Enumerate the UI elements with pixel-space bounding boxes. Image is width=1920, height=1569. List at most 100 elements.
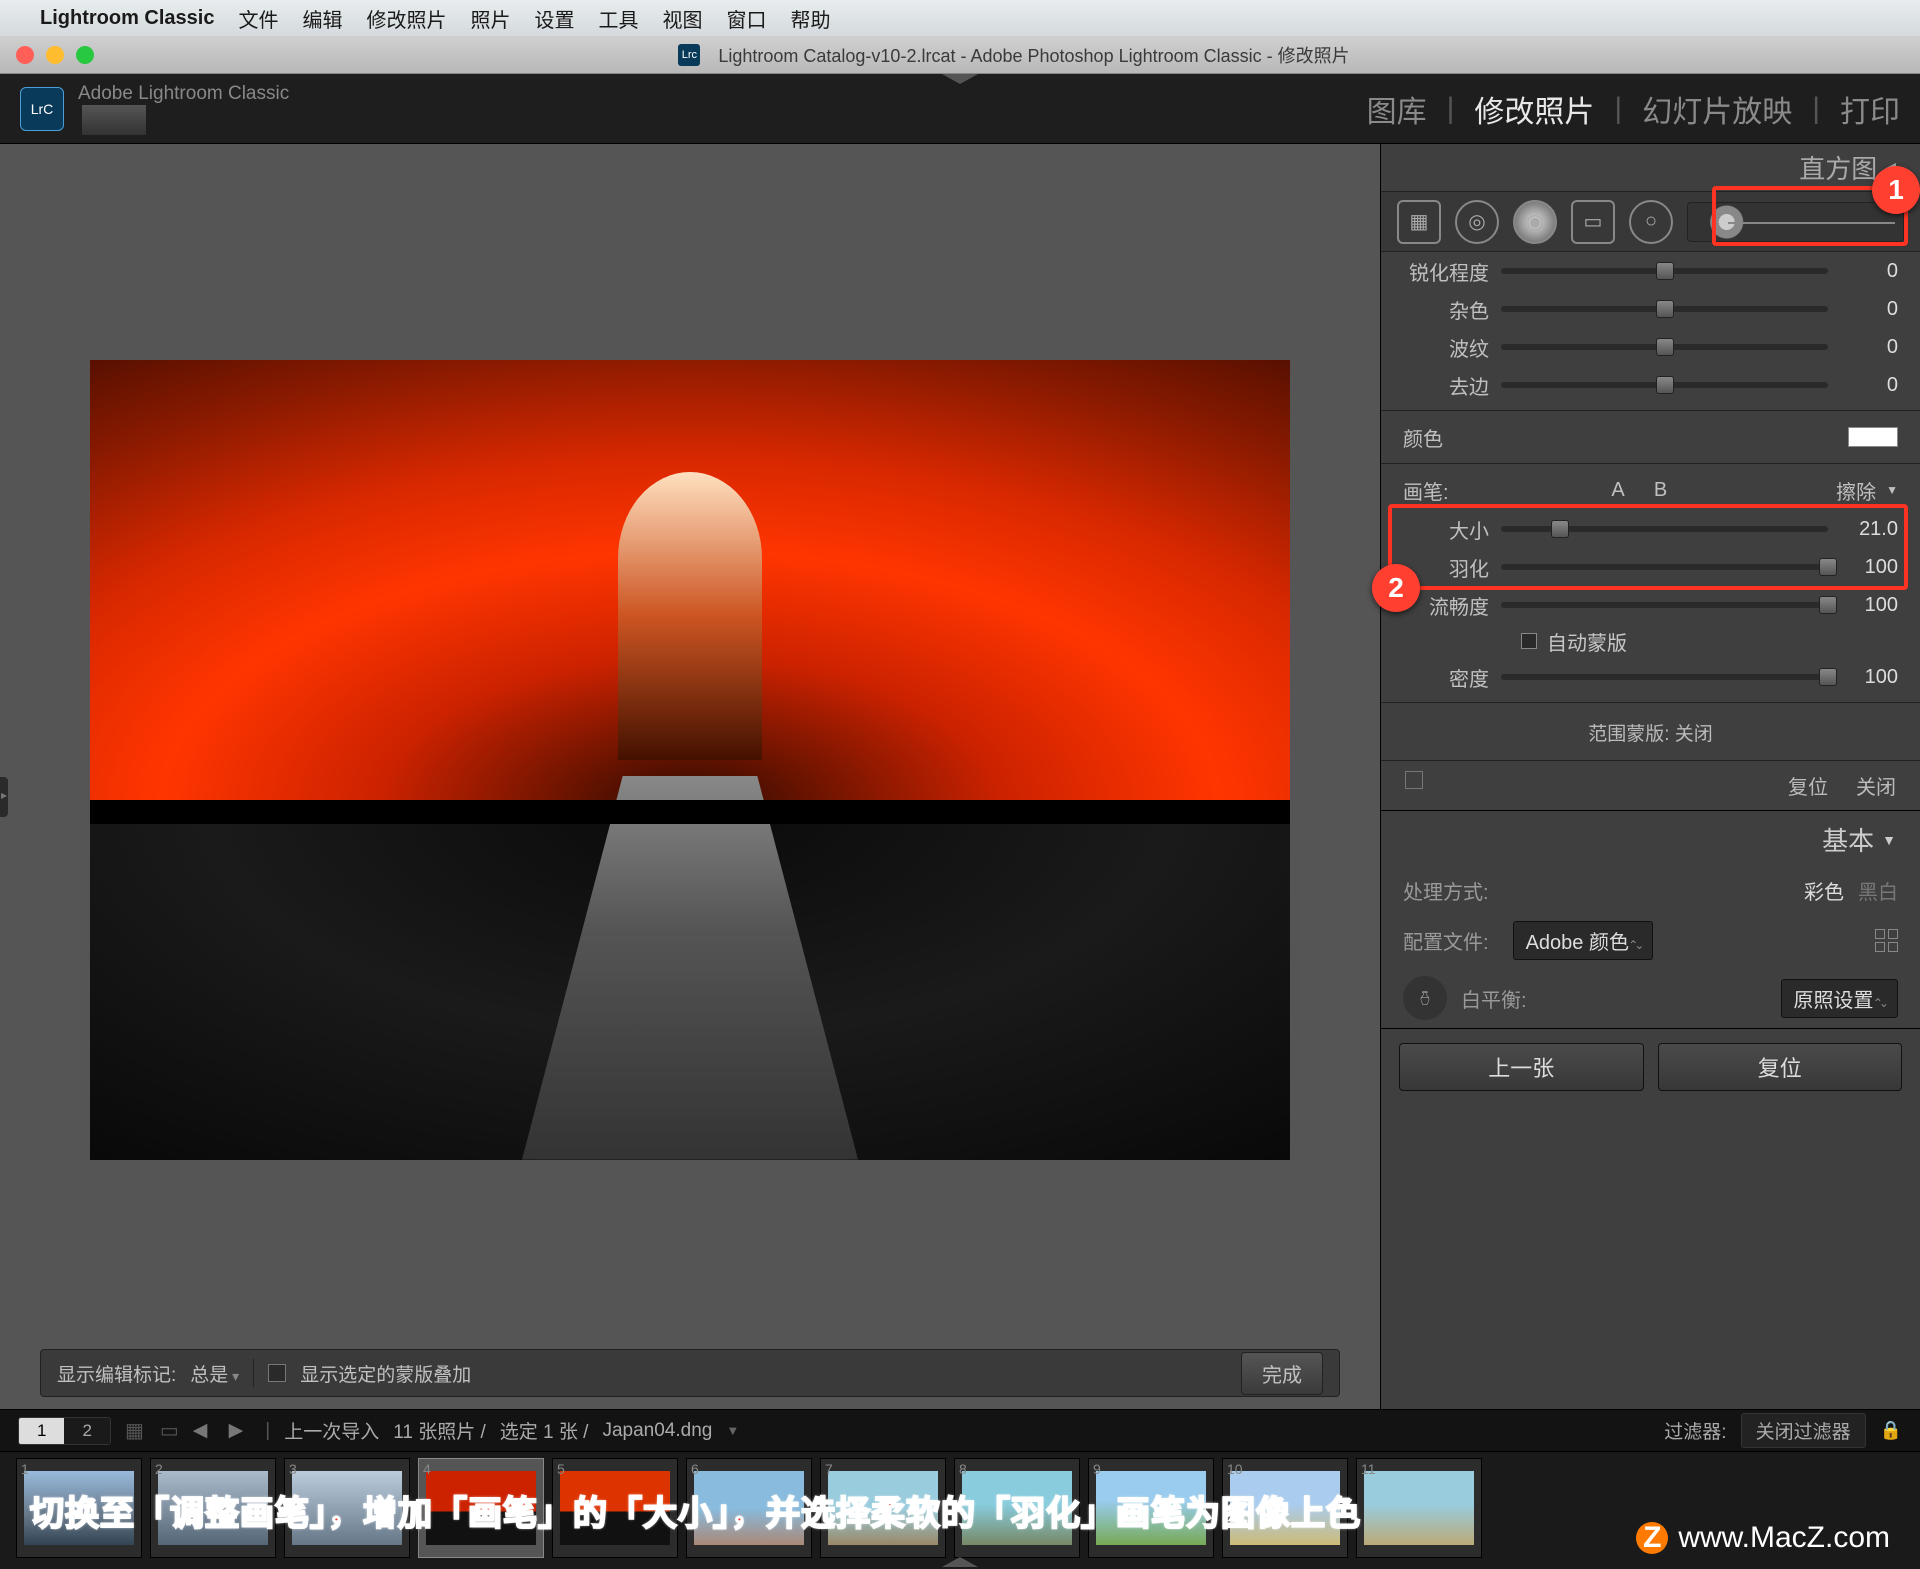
- brush-erase[interactable]: 擦除: [1836, 476, 1876, 505]
- loupe-icon[interactable]: ▭: [160, 1418, 179, 1443]
- color-swatch[interactable]: [1848, 427, 1898, 447]
- menu-window[interactable]: 窗口: [726, 4, 766, 33]
- profile-dropdown[interactable]: Adobe 颜色: [1513, 921, 1654, 960]
- slider-moire[interactable]: 波纹0: [1381, 328, 1920, 366]
- treatment-label: 处理方式:: [1403, 876, 1489, 905]
- chevron-down-icon: ▼: [1886, 483, 1898, 497]
- watermark-text: www.MacZ.com: [1678, 1521, 1890, 1555]
- menu-tools[interactable]: 工具: [598, 4, 638, 33]
- wb-dropdown[interactable]: 原照设置: [1781, 979, 1898, 1018]
- grid-icon[interactable]: ▦: [125, 1418, 144, 1443]
- zoom-button[interactable]: [76, 46, 94, 64]
- eyedropper-icon[interactable]: 𓏊: [1403, 976, 1447, 1020]
- module-sep: |: [1447, 92, 1455, 126]
- automask-label: 自动蒙版: [1547, 627, 1627, 656]
- basic-header[interactable]: 基本▼: [1381, 811, 1920, 868]
- identity-plate[interactable]: [82, 105, 146, 135]
- close-button[interactable]: [16, 46, 34, 64]
- tutorial-caption: 切换至「调整画笔」，增加「画笔」的「大小」，并选择柔软的「羽化」画笔为图像上色: [30, 1486, 1361, 1535]
- treatment-row: 处理方式: 彩色 黑白: [1381, 868, 1920, 913]
- automask-checkbox[interactable]: [1521, 633, 1537, 649]
- filter-label: 过滤器:: [1664, 1417, 1726, 1444]
- treatment-bw[interactable]: 黑白: [1858, 876, 1898, 905]
- done-button[interactable]: 完成: [1241, 1352, 1323, 1395]
- screen-mode-segment[interactable]: 1 2: [18, 1417, 111, 1445]
- reset-button[interactable]: 复位: [1658, 1043, 1903, 1091]
- color-row[interactable]: 颜色: [1381, 417, 1920, 457]
- left-panel-toggle[interactable]: [0, 777, 8, 817]
- profile-browser-icon[interactable]: [1875, 929, 1898, 952]
- filmstrip-header: 1 2 ▦ ▭ ◀ ▶ | 上一次导入 11 张照片 / 选定 1 张 / Ja…: [0, 1409, 1920, 1451]
- filter-dropdown[interactable]: 关闭过滤器: [1741, 1413, 1866, 1448]
- automask-row[interactable]: 自动蒙版: [1381, 624, 1920, 658]
- lrc-badge-icon: LrC: [20, 87, 64, 131]
- app-header: LrC Adobe Lightroom Classic 图库 | 修改照片 | …: [0, 74, 1920, 144]
- redeye-tool-icon[interactable]: ◉: [1513, 200, 1557, 244]
- traffic-lights: [16, 46, 94, 64]
- lrc-icon: Lrc: [678, 44, 700, 66]
- histogram-label: 直方图: [1799, 149, 1877, 186]
- menu-view[interactable]: 视图: [662, 4, 702, 33]
- slider-defringe[interactable]: 去边0: [1381, 366, 1920, 404]
- treatment-color[interactable]: 彩色: [1804, 876, 1844, 905]
- menu-help[interactable]: 帮助: [790, 4, 830, 33]
- module-print[interactable]: 打印: [1840, 87, 1900, 131]
- module-develop[interactable]: 修改照片: [1474, 87, 1594, 131]
- thumb-11[interactable]: 11: [1356, 1458, 1482, 1558]
- module-slideshow[interactable]: 幻灯片放映: [1642, 87, 1792, 131]
- viewer-area: 显示编辑标记: 总是 显示选定的蒙版叠加 完成: [0, 144, 1380, 1409]
- toolbar-sep: [253, 1359, 254, 1387]
- slider-noise[interactable]: 杂色0: [1381, 290, 1920, 328]
- brand-label: Adobe Lightroom Classic: [78, 83, 289, 105]
- minimize-button[interactable]: [46, 46, 64, 64]
- tool-strip: ▦ ◎ ◉ ▭ ○: [1381, 192, 1920, 252]
- mac-menubar: Lightroom Classic 文件 编辑 修改照片 照片 设置 工具 视图…: [0, 0, 1920, 36]
- reset-link[interactable]: 复位: [1788, 771, 1828, 800]
- menu-settings[interactable]: 设置: [534, 4, 574, 33]
- chevron-down-icon[interactable]: ▼: [726, 1423, 739, 1438]
- mask-overlay-checkbox[interactable]: [268, 1364, 286, 1382]
- spot-tool-icon[interactable]: ◎: [1455, 200, 1499, 244]
- radial-tool-icon[interactable]: ○: [1629, 200, 1673, 244]
- prev-button[interactable]: 上一张: [1399, 1043, 1644, 1091]
- current-file: Japan04.dng: [602, 1420, 712, 1442]
- nav-buttons: 上一张 复位: [1381, 1028, 1920, 1105]
- module-picker: 图库 | 修改照片 | 幻灯片放映 | 打印: [1367, 87, 1900, 131]
- module-library[interactable]: 图库: [1367, 87, 1427, 131]
- lock-icon[interactable]: 🔒: [1880, 1420, 1902, 1441]
- profile-label: 配置文件:: [1403, 926, 1489, 955]
- slider-size[interactable]: 大小21.0: [1381, 510, 1920, 548]
- basic-title: 基本: [1822, 821, 1874, 858]
- watermark: Z www.MacZ.com: [1636, 1521, 1890, 1555]
- slider-sharpen[interactable]: 锐化程度0: [1381, 252, 1920, 290]
- photo-canvas[interactable]: [90, 360, 1290, 1160]
- app-menu[interactable]: Lightroom Classic: [40, 7, 214, 30]
- crop-tool-icon[interactable]: ▦: [1397, 200, 1441, 244]
- profile-row: 配置文件: Adobe 颜色: [1381, 913, 1920, 968]
- close-link[interactable]: 关闭: [1856, 771, 1896, 800]
- range-mask-status[interactable]: 范围蒙版: 关闭: [1381, 709, 1920, 760]
- brush-tool-icon[interactable]: [1687, 202, 1904, 242]
- toggle-switch-icon[interactable]: [1405, 771, 1423, 789]
- brush-ab[interactable]: A B: [1449, 479, 1837, 502]
- module-sep: |: [1614, 92, 1622, 126]
- screen-1[interactable]: 1: [19, 1418, 64, 1444]
- edit-pins-mode[interactable]: 总是: [190, 1360, 239, 1387]
- menu-photo[interactable]: 照片: [470, 4, 510, 33]
- top-panel-toggle[interactable]: [942, 74, 978, 84]
- menu-develop[interactable]: 修改照片: [366, 4, 446, 33]
- menu-file[interactable]: 文件: [238, 4, 278, 33]
- slider-feather[interactable]: 羽化100: [1381, 548, 1920, 586]
- menu-edit[interactable]: 编辑: [302, 4, 342, 33]
- mask-overlay-label: 显示选定的蒙版叠加: [300, 1360, 471, 1387]
- histogram-header[interactable]: 直方图 ◀: [1381, 144, 1920, 192]
- slider-flow[interactable]: 流畅度100: [1381, 586, 1920, 624]
- window-title: Lightroom Catalog-v10-2.lrcat - Adobe Ph…: [718, 42, 1349, 68]
- view-icons: ▦ ▭: [125, 1418, 179, 1443]
- source-crumb[interactable]: 上一次导入: [284, 1417, 379, 1444]
- nav-arrows[interactable]: ◀ ▶: [193, 1419, 252, 1442]
- bottom-panel-toggle[interactable]: [942, 1557, 978, 1567]
- slider-density[interactable]: 密度100: [1381, 658, 1920, 696]
- gradient-tool-icon[interactable]: ▭: [1571, 200, 1615, 244]
- screen-2[interactable]: 2: [64, 1418, 109, 1444]
